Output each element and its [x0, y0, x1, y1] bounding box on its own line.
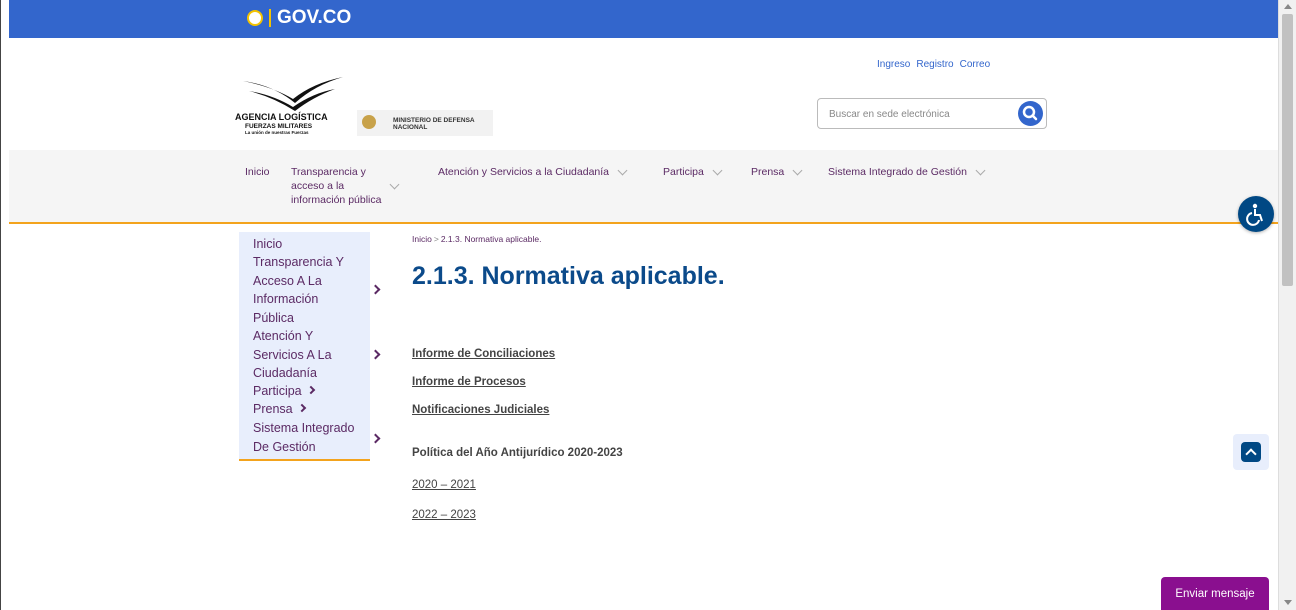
agency-name: AGENCIA LOGÍSTICA [235, 113, 328, 122]
side-transparencia-line1: Transparencia Y [253, 255, 345, 269]
nav-transparencia-line1: Transparencia y [291, 166, 366, 178]
nav-participa[interactable]: Participa [663, 165, 723, 179]
nav-prensa[interactable]: Prensa [751, 165, 803, 179]
agency-name-line2: FUERZAS MILITARES [245, 123, 313, 130]
browser-viewport: GOV.CO AGENCIA LOGÍSTICA FUERZAS MILITAR… [0, 0, 1279, 610]
back-to-top-button[interactable] [1233, 434, 1269, 470]
govco-logo-link[interactable]: GOV.CO [247, 7, 351, 29]
chevron-right-icon [306, 385, 315, 395]
nav-transparencia-line2: acceso a la [291, 180, 345, 192]
section-heading: Política del Año Antijurídico 2020-2023 [412, 447, 623, 459]
page-scrollbar[interactable] [1278, 0, 1296, 610]
nav-transparencia[interactable]: Transparencia y acceso a la información … [291, 165, 400, 207]
side-sig-line1: Sistema Integrado [253, 421, 355, 435]
nav-prensa-label: Prensa [751, 166, 785, 178]
top-links: Ingreso Registro Correo [877, 59, 990, 70]
agency-subtitle: FUERZAS MILITARES La unión de nuestras F… [245, 123, 312, 135]
nav-inicio[interactable]: Inicio [245, 165, 270, 179]
side-participa-label: Participa [253, 384, 302, 398]
site-header: AGENCIA LOGÍSTICA FUERZAS MILITARES La u… [9, 38, 1279, 150]
side-transparencia-line4: Pública [253, 310, 294, 325]
side-atencion-line3: Ciudadanía [253, 366, 317, 380]
chevron-down-icon [617, 165, 628, 176]
breadcrumb: Inicio >2.1.3. Normativa aplicable. [412, 234, 541, 244]
ingreso-link[interactable]: Ingreso [877, 59, 910, 70]
search-icon [1022, 105, 1038, 121]
link-informe-conciliaciones[interactable]: Informe de Conciliaciones [412, 348, 555, 360]
side-item-atencion[interactable]: Atención Y Servicios A La Ciudadanía [253, 327, 332, 383]
colombia-seal-icon [247, 10, 263, 26]
chevron-down-icon [975, 165, 986, 176]
wheelchair-icon [1246, 203, 1263, 226]
agency-name-line1: AGENCIA LOGÍSTICA [235, 112, 328, 122]
search-box [817, 98, 1047, 129]
wings-logo-icon [243, 77, 343, 111]
chevron-right-icon[interactable] [370, 284, 381, 295]
side-item-inicio[interactable]: Inicio [253, 235, 282, 254]
correo-link[interactable]: Correo [960, 59, 991, 70]
govco-label: GOV.CO [277, 7, 352, 28]
side-transparencia-line2: Acceso A La [253, 273, 322, 288]
ministry-line2: NACIONAL [393, 124, 428, 131]
accessibility-button[interactable] [1238, 196, 1274, 232]
main-nav: Inicio Transparencia y acceso a la infor… [9, 150, 1279, 224]
nav-participa-label: Participa [663, 166, 704, 178]
agency-tagline: La unión de nuestras Fuerzas [245, 130, 309, 135]
chevron-down-icon [792, 165, 803, 176]
side-atencion-line2: Servicios A La [253, 347, 332, 362]
chevron-down-icon [712, 165, 723, 176]
nav-sig-label: Sistema Integrado de Gestión [828, 166, 967, 178]
side-item-participa[interactable]: Participa [253, 382, 315, 401]
send-message-button[interactable]: Enviar mensaje [1161, 577, 1269, 610]
side-transparencia-line3: Información [253, 292, 319, 306]
link-notificaciones-judiciales[interactable]: Notificaciones Judiciales [412, 404, 549, 416]
side-item-transparencia[interactable]: Transparencia Y Acceso A La Información … [253, 253, 344, 327]
page-title: 2.1.3. Normativa aplicable. [412, 262, 725, 290]
chevron-right-icon [297, 403, 306, 413]
chevron-down-icon [390, 179, 400, 190]
chevron-right-icon[interactable] [370, 349, 381, 360]
side-menu: Inicio Transparencia Y Acceso A La Infor… [239, 232, 381, 461]
nav-transparencia-line3: información pública [291, 194, 382, 206]
nav-sig[interactable]: Sistema Integrado de Gestión [828, 165, 986, 179]
nav-atencion[interactable]: Atención y Servicios a la Ciudadanía [438, 165, 628, 179]
breadcrumb-home[interactable]: Inicio [412, 234, 432, 244]
ministry-badge: MINISTERIO DE DEFENSA NACIONAL [357, 110, 493, 136]
link-2022-2023[interactable]: 2022 – 2023 [412, 509, 476, 521]
ministry-text: MINISTERIO DE DEFENSA NACIONAL [393, 117, 483, 131]
breadcrumb-separator: > [433, 234, 439, 244]
search-input[interactable] [819, 100, 1021, 129]
scroll-thumb[interactable] [1282, 14, 1293, 286]
side-item-prensa[interactable]: Prensa [253, 400, 306, 419]
govco-divider [269, 9, 271, 27]
ministry-line1: MINISTERIO DE DEFENSA [393, 117, 475, 124]
scroll-up-arrow-icon[interactable] [1284, 4, 1292, 9]
scroll-down-arrow-icon[interactable] [1284, 600, 1292, 605]
side-sig-line2: De Gestión [253, 439, 316, 454]
chevron-right-icon[interactable] [370, 433, 381, 444]
side-prensa-label: Prensa [253, 402, 293, 416]
agency-logo[interactable]: AGENCIA LOGÍSTICA FUERZAS MILITARES La u… [235, 73, 495, 138]
ministry-seal-icon [362, 115, 376, 129]
side-item-sig[interactable]: Sistema Integrado De Gestión [253, 419, 354, 456]
search-button[interactable] [1018, 101, 1043, 126]
nav-atencion-label: Atención y Servicios a la Ciudadanía [438, 166, 610, 178]
link-2020-2021[interactable]: 2020 – 2021 [412, 479, 476, 491]
link-informe-procesos[interactable]: Informe de Procesos [412, 376, 526, 388]
chevron-up-icon [1241, 442, 1261, 462]
breadcrumb-current: 2.1.3. Normativa aplicable. [440, 234, 542, 244]
side-atencion-line1: Atención Y [253, 329, 314, 343]
registro-link[interactable]: Registro [916, 59, 953, 70]
govco-bar: GOV.CO [9, 0, 1279, 38]
nav-transparencia-label: Transparencia y acceso a la información … [291, 165, 381, 207]
